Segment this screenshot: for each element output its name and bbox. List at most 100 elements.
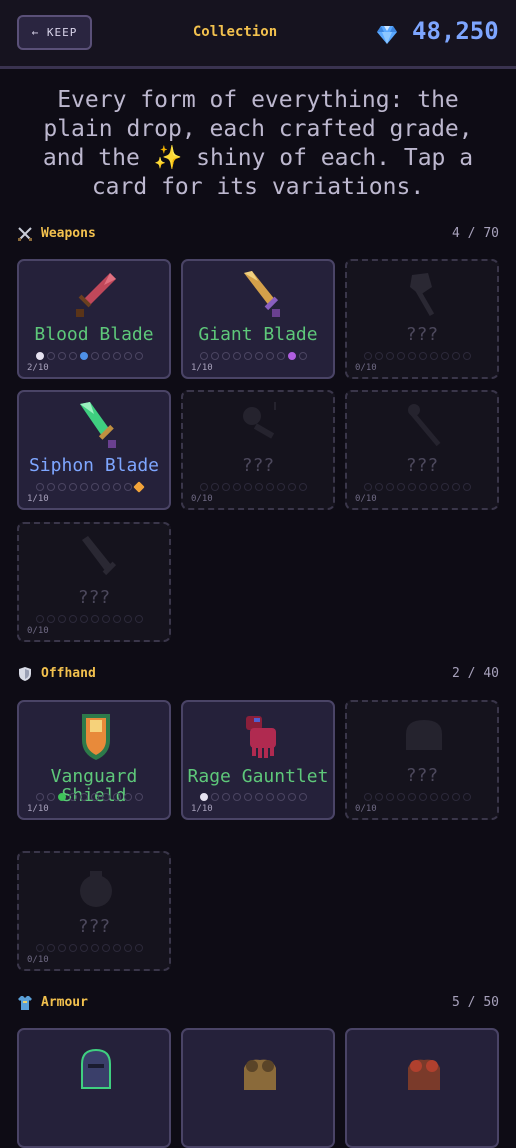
section-header-offhand: Offhand 2 / 40 — [17, 665, 499, 685]
variation-dot — [233, 483, 241, 491]
variation-dot — [397, 793, 405, 801]
variation-dot — [255, 483, 263, 491]
variation-dot — [408, 352, 416, 360]
section-header-armour: Armour 5 / 50 — [17, 994, 499, 1014]
variation-dot — [419, 793, 427, 801]
variation-dot — [364, 352, 372, 360]
variation-dot — [244, 793, 252, 801]
variation-dot — [266, 793, 274, 801]
item-card-locked[interactable]: ??? 0/10 — [181, 390, 335, 510]
intro-text: Every form of everything: the plain drop… — [42, 87, 474, 200]
variation-dot — [69, 793, 77, 801]
variation-dots — [35, 481, 145, 494]
variation-dot — [69, 944, 77, 952]
collection-progress: 1/10 — [27, 804, 49, 814]
section-count: 4 / 70 — [452, 226, 499, 241]
section-label: Weapons — [41, 226, 96, 241]
variation-dot — [452, 793, 460, 801]
item-card-armour[interactable] — [345, 1028, 499, 1148]
variation-dot — [200, 483, 208, 491]
variation-dot — [58, 615, 66, 623]
collection-progress: 0/10 — [355, 363, 377, 373]
variation-dot — [277, 793, 285, 801]
top-bar: ← KEEP Collection 48,250 — [0, 0, 516, 69]
section-count: 2 / 40 — [452, 666, 499, 681]
variation-dot — [58, 483, 66, 491]
item-card-locked[interactable]: ??? 0/10 — [17, 522, 171, 642]
item-card-blood-blade[interactable]: Blood Blade 2/10 — [17, 259, 171, 379]
variation-dot — [69, 483, 77, 491]
item-name: ??? — [405, 455, 439, 476]
variation-dot — [244, 352, 252, 360]
variation-dot — [375, 352, 383, 360]
variation-dot — [102, 793, 110, 801]
variation-dot — [364, 483, 372, 491]
variation-dot — [47, 352, 55, 360]
variation-dot — [211, 793, 219, 801]
variation-dot — [102, 615, 110, 623]
item-card-armour[interactable] — [17, 1028, 171, 1148]
variation-dot — [441, 352, 449, 360]
variation-dot — [58, 793, 66, 801]
item-card-locked[interactable]: ??? 0/10 — [345, 390, 499, 510]
variation-dot — [69, 352, 77, 360]
tunic-icon — [18, 996, 32, 1010]
item-card-siphon-blade[interactable]: Siphon Blade 1/10 — [17, 390, 171, 510]
variation-dot — [91, 615, 99, 623]
variation-dot — [135, 352, 143, 360]
gem-icon — [377, 26, 397, 44]
item-card-rage-gauntlet[interactable]: Rage Gauntlet 1/10 — [181, 700, 335, 820]
armour-chest-icon — [244, 1059, 276, 1090]
gem-balance: 48,250 — [412, 17, 499, 45]
item-name: ??? — [405, 324, 439, 345]
variation-dot — [441, 793, 449, 801]
variation-dot — [441, 483, 449, 491]
variation-dot — [244, 483, 252, 491]
variation-dot — [255, 793, 263, 801]
variation-dot — [47, 793, 55, 801]
variation-dots — [363, 482, 472, 494]
item-name: Siphon Blade — [28, 455, 160, 476]
section-header-weapons: Weapons 4 / 70 — [17, 225, 499, 245]
item-card-armour[interactable] — [181, 1028, 335, 1148]
variation-dot — [375, 793, 383, 801]
variation-dot — [47, 944, 55, 952]
variation-dot — [299, 352, 307, 360]
variation-dot — [80, 483, 88, 491]
variation-dot — [408, 483, 416, 491]
giant-blade-icon — [244, 271, 280, 317]
item-card-vanguard-shield[interactable]: Vanguard Shield 1/10 — [17, 700, 171, 820]
variation-dot — [91, 944, 99, 952]
section-count: 5 / 50 — [452, 995, 499, 1010]
variation-dot — [397, 352, 405, 360]
item-card-locked[interactable]: ??? 0/10 — [345, 700, 499, 820]
item-card-giant-blade[interactable]: Giant Blade 1/10 — [181, 259, 335, 379]
section-label: Offhand — [41, 666, 96, 681]
variation-dot — [288, 352, 296, 360]
variation-dot — [102, 483, 110, 491]
variation-dot — [124, 793, 132, 801]
variation-dots — [363, 792, 472, 804]
variation-dot — [222, 352, 230, 360]
variation-dot — [113, 483, 121, 491]
variation-dot — [233, 793, 241, 801]
item-card-locked[interactable]: ??? 0/10 — [17, 851, 171, 971]
item-card-locked[interactable]: ??? 0/10 — [345, 259, 499, 379]
variation-dots — [199, 351, 308, 363]
axe-silhouette-icon — [410, 273, 435, 316]
variation-dot — [288, 483, 296, 491]
variation-dot — [463, 483, 471, 491]
collection-progress: 0/10 — [355, 804, 377, 814]
variation-dot — [80, 793, 88, 801]
variation-dot — [397, 483, 405, 491]
variation-dot — [133, 481, 145, 493]
variation-dot — [463, 352, 471, 360]
item-name: ??? — [77, 916, 111, 937]
variation-dot — [36, 944, 44, 952]
variation-dots — [363, 351, 472, 363]
variation-dot — [135, 615, 143, 623]
flail-silhouette-icon — [243, 402, 276, 439]
variation-dot — [102, 352, 110, 360]
variation-dot — [36, 615, 44, 623]
variation-dot — [419, 352, 427, 360]
